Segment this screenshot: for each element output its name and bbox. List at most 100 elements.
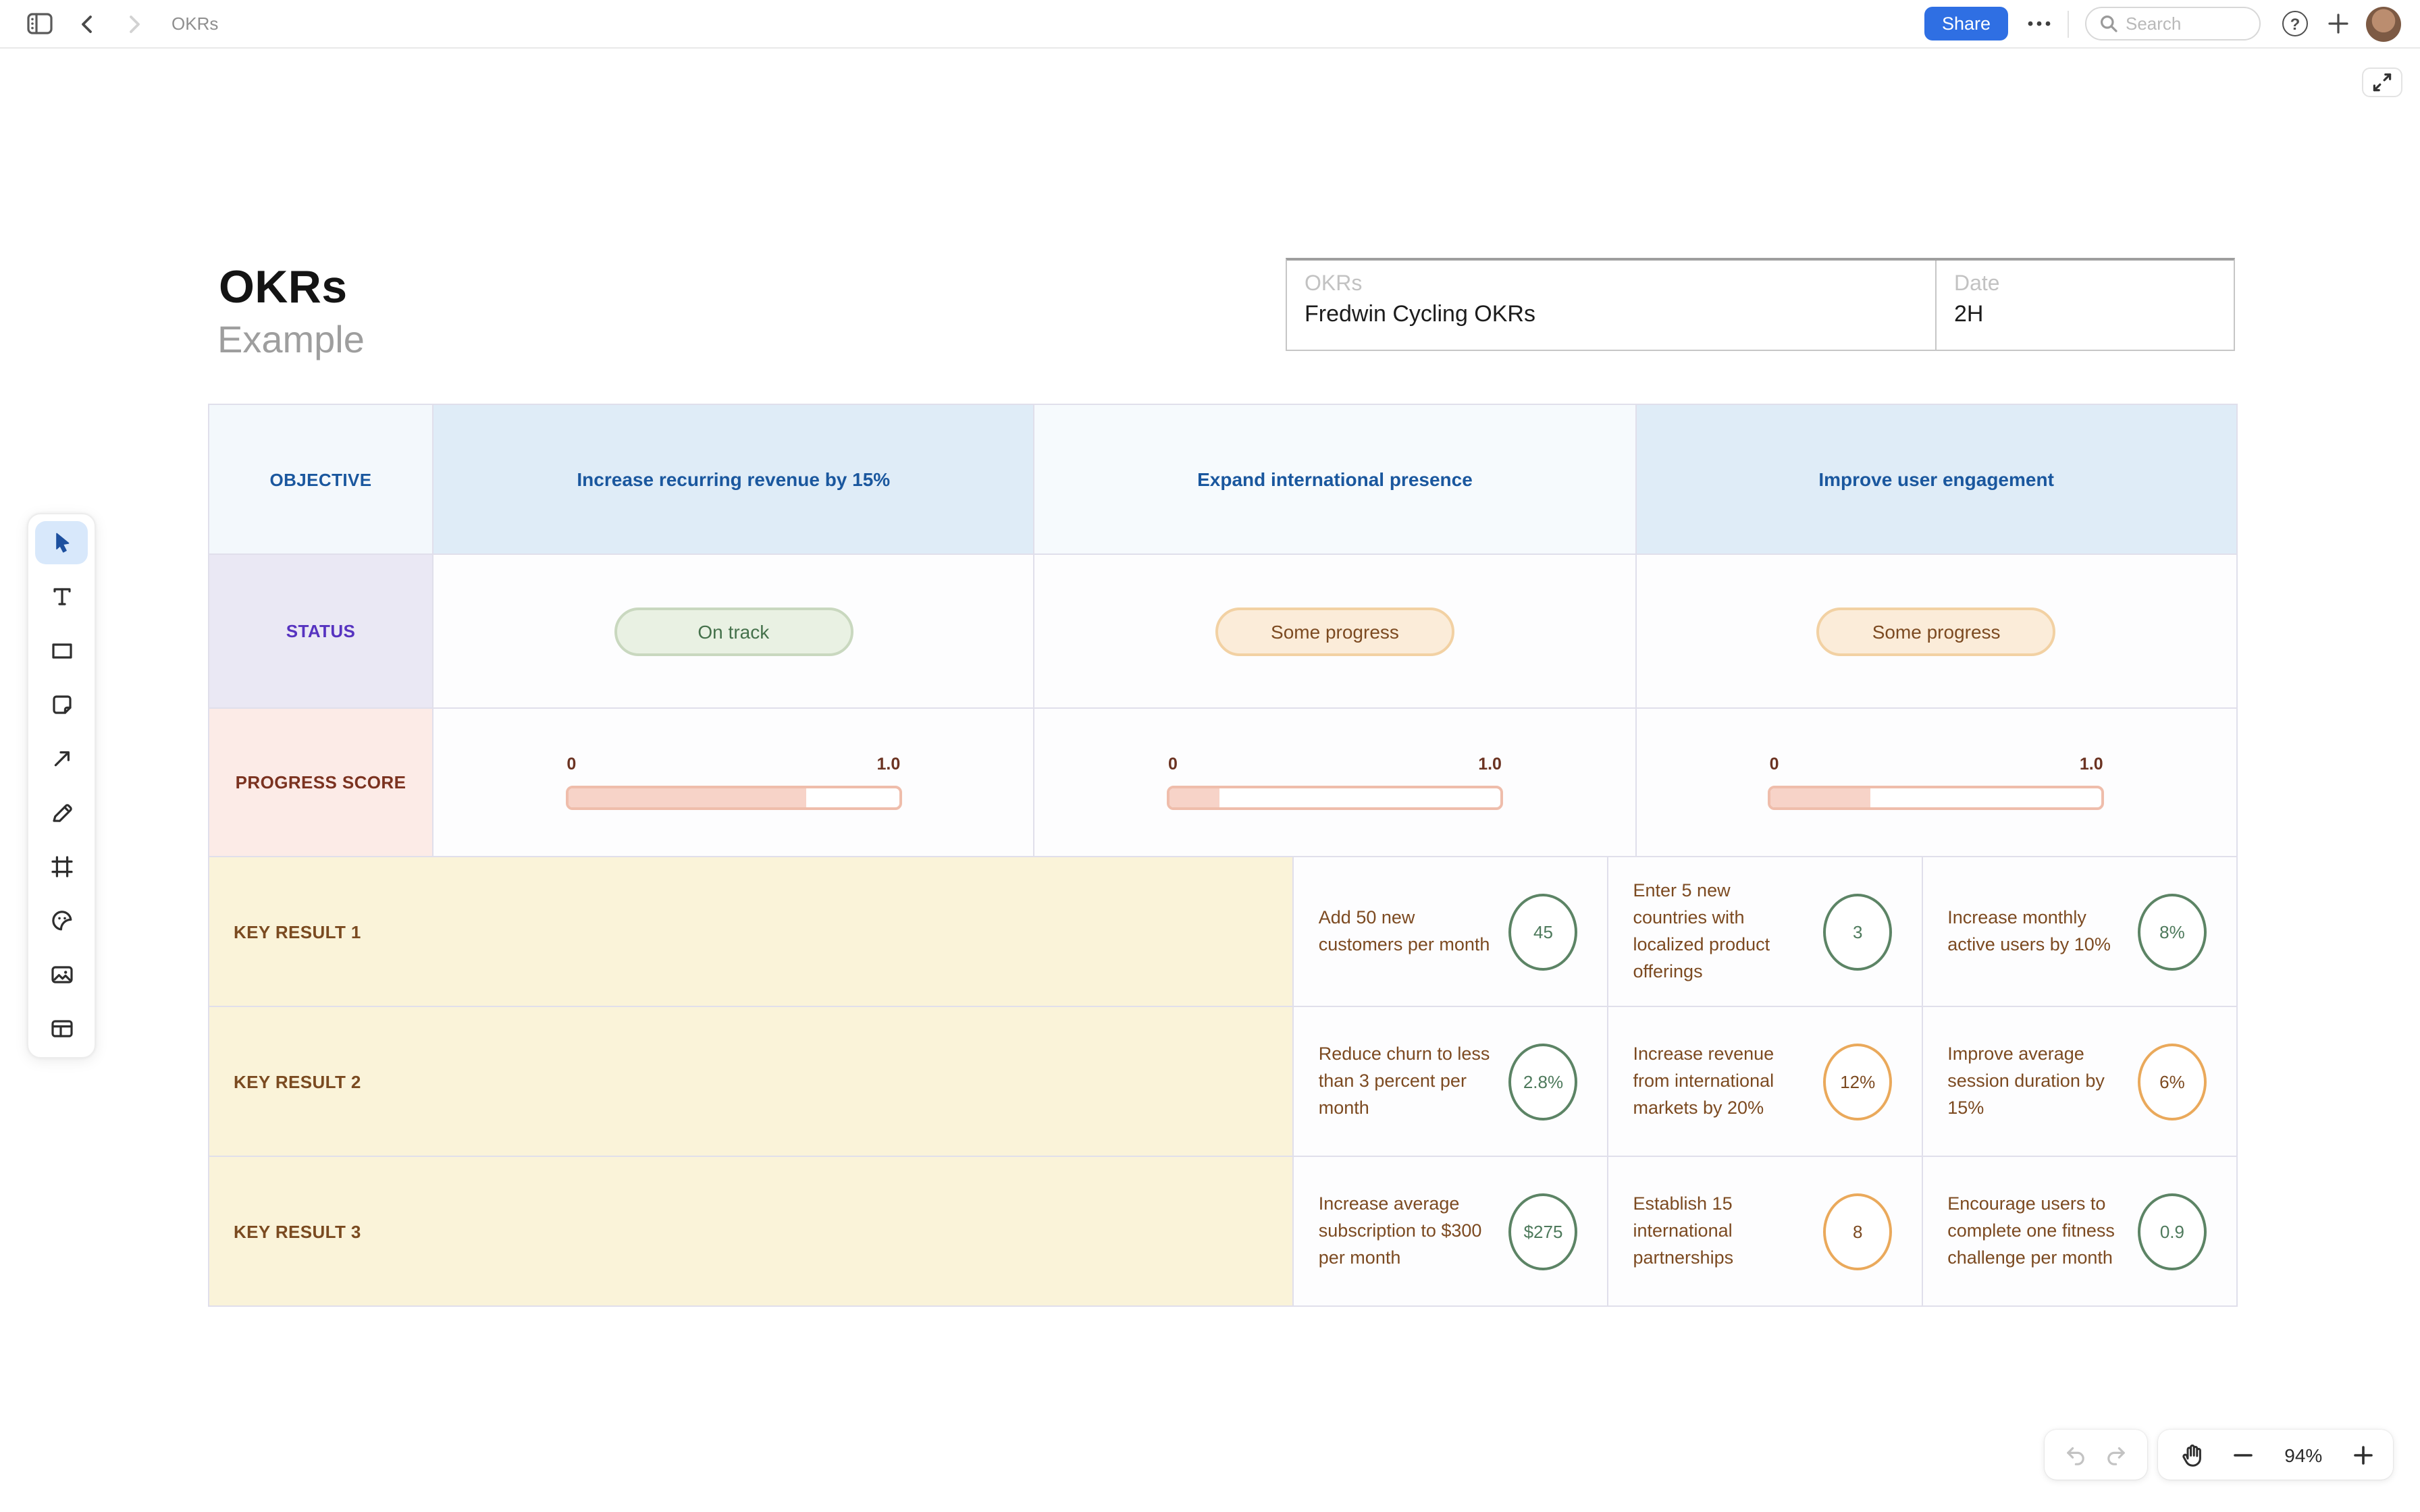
progress-cell-2: 0 1.0 <box>1034 709 1637 857</box>
kr-text[interactable]: Add 50 new customers per month <box>1319 905 1509 959</box>
status-cell-1: On track <box>433 555 1035 709</box>
row-label-kr2[interactable]: KEY RESULT 2 <box>209 1007 1294 1157</box>
text-icon <box>53 588 70 605</box>
back-icon[interactable] <box>77 13 99 34</box>
search-input[interactable]: Search <box>2085 7 2261 40</box>
tool-frame[interactable] <box>28 840 95 894</box>
kr-text[interactable]: Improve average session duration by 15% <box>1947 1040 2138 1123</box>
kr-text[interactable]: Increase monthly active users by 10% <box>1947 905 2138 959</box>
tool-arrow[interactable] <box>28 732 95 786</box>
expand-icon[interactable] <box>2362 68 2402 97</box>
table-header-row: OBJECTIVE Increase recurring revenue by … <box>209 405 2238 555</box>
image-icon <box>51 966 72 983</box>
kr-value-circle[interactable]: 12% <box>1823 1043 1893 1120</box>
progress-bar: 0 1.0 <box>1768 755 2105 810</box>
row-label-status[interactable]: STATUS <box>209 555 433 709</box>
redo-icon[interactable] <box>2105 1442 2130 1467</box>
arrow-icon <box>53 751 69 767</box>
zoom-level: 94% <box>2284 1444 2323 1465</box>
objective-3[interactable]: Improve user engagement <box>1636 405 2238 555</box>
zoom-panel: 94% <box>2158 1430 2393 1480</box>
status-row: STATUS On track Some progress Some progr… <box>209 555 2238 709</box>
row-label-kr1[interactable]: KEY RESULT 1 <box>209 857 1294 1007</box>
sidebar-toggle-icon[interactable] <box>27 12 53 35</box>
meta-date-field[interactable]: Date 2H <box>1935 261 2234 350</box>
tool-text[interactable] <box>28 570 95 624</box>
kr-value-circle[interactable]: 3 <box>1823 893 1893 970</box>
objective-1[interactable]: Increase recurring revenue by 15% <box>433 405 1035 555</box>
progress-min-label: 0 <box>567 755 577 774</box>
kr-text[interactable]: Increase revenue from international mark… <box>1633 1040 1824 1123</box>
forward-icon[interactable] <box>123 13 144 34</box>
document-title: OKRs <box>172 14 219 34</box>
kr-cell: Establish 15 international partnerships … <box>1608 1157 1924 1307</box>
hand-tool-icon[interactable] <box>2178 1441 2205 1468</box>
meta-okrs-field[interactable]: OKRs Fredwin Cycling OKRs <box>1287 261 1935 350</box>
sticker-icon <box>51 911 72 931</box>
tool-shape[interactable] <box>28 624 95 678</box>
kr-value-circle[interactable]: 45 <box>1508 893 1578 970</box>
kr-value-circle[interactable]: 0.9 <box>2137 1193 2207 1270</box>
progress-bar: 0 1.0 <box>565 755 902 810</box>
tools-panel <box>27 513 96 1058</box>
pencil-icon <box>52 804 72 822</box>
objective-2[interactable]: Expand international presence <box>1034 405 1637 555</box>
progress-track[interactable] <box>1768 786 2105 810</box>
kr-value-circle[interactable]: 8% <box>2137 893 2207 970</box>
progress-min-label: 0 <box>1769 755 1779 774</box>
search-placeholder: Search <box>2126 14 2182 34</box>
kr-cell: Add 50 new customers per month 45 <box>1294 857 1609 1007</box>
tool-image[interactable] <box>28 948 95 1002</box>
row-label-progress[interactable]: PROGRESS SCORE <box>209 709 433 857</box>
zoom-in-icon[interactable] <box>2354 1445 2373 1464</box>
avatar[interactable] <box>2366 6 2401 41</box>
kr-text[interactable]: Increase average subscription to $300 pe… <box>1319 1190 1509 1272</box>
kr-value-circle[interactable]: $275 <box>1508 1193 1578 1270</box>
progress-max-label: 1.0 <box>2079 755 2103 774</box>
topbar-right: Share Search ? <box>1924 6 2401 41</box>
status-badge[interactable]: Some progress <box>1816 607 2056 655</box>
help-icon[interactable]: ? <box>2282 11 2308 36</box>
progress-bar: 0 1.0 <box>1166 755 1503 810</box>
kr-value-circle[interactable]: 6% <box>2137 1043 2207 1120</box>
canvas: OKRs Example OKRs Fredwin Cycling OKRs D… <box>0 49 2420 1512</box>
divider <box>2068 10 2069 37</box>
tool-sticker[interactable] <box>28 894 95 948</box>
kr-text[interactable]: Establish 15 international partnerships <box>1633 1190 1824 1272</box>
row-label-objective[interactable]: OBJECTIVE <box>209 405 433 555</box>
share-button[interactable]: Share <box>1924 7 2008 40</box>
kr-value-circle[interactable]: 2.8% <box>1508 1043 1578 1120</box>
page-title[interactable]: OKRs <box>219 262 348 315</box>
app-window: OKRs Share Search ? OKRs Example OKRs Fr… <box>0 0 2420 1512</box>
progress-track[interactable] <box>565 786 902 810</box>
meta-date-label: Date <box>1954 273 2000 296</box>
tool-sticky-note[interactable] <box>28 678 95 732</box>
tool-table[interactable] <box>28 1002 95 1056</box>
page-subtitle[interactable]: Example <box>217 319 365 362</box>
row-label-kr3[interactable]: KEY RESULT 3 <box>209 1157 1294 1307</box>
search-icon <box>2101 16 2118 32</box>
tool-select[interactable] <box>28 516 95 570</box>
table-icon <box>51 1020 72 1037</box>
tool-pen[interactable] <box>28 786 95 840</box>
add-icon[interactable] <box>2327 12 2350 35</box>
bottom-controls: 94% <box>2045 1430 2393 1480</box>
kr-value-circle[interactable]: 8 <box>1823 1193 1893 1270</box>
undo-icon[interactable] <box>2061 1442 2087 1467</box>
kr-text[interactable]: Encourage users to complete one fitness … <box>1947 1190 2138 1272</box>
kr-text[interactable]: Reduce churn to less than 3 percent per … <box>1319 1040 1509 1123</box>
status-badge[interactable]: On track <box>614 607 853 655</box>
kr-cell: Encourage users to complete one fitness … <box>1923 1157 2238 1307</box>
meta-okrs-label: OKRs <box>1305 273 1363 296</box>
kr-cell: Improve average session duration by 15% … <box>1923 1007 2238 1157</box>
frame-icon <box>51 856 72 878</box>
status-badge[interactable]: Some progress <box>1215 607 1454 655</box>
progress-track[interactable] <box>1166 786 1503 810</box>
more-options-icon[interactable] <box>2027 20 2051 27</box>
progress-max-label: 1.0 <box>876 755 901 774</box>
kr-text[interactable]: Enter 5 new countries with localized pro… <box>1633 877 1824 986</box>
topbar-left: OKRs <box>27 12 218 35</box>
progress-fill <box>1169 788 1219 807</box>
kr-cell: Increase average subscription to $300 pe… <box>1294 1157 1609 1307</box>
zoom-out-icon[interactable] <box>2234 1445 2253 1464</box>
